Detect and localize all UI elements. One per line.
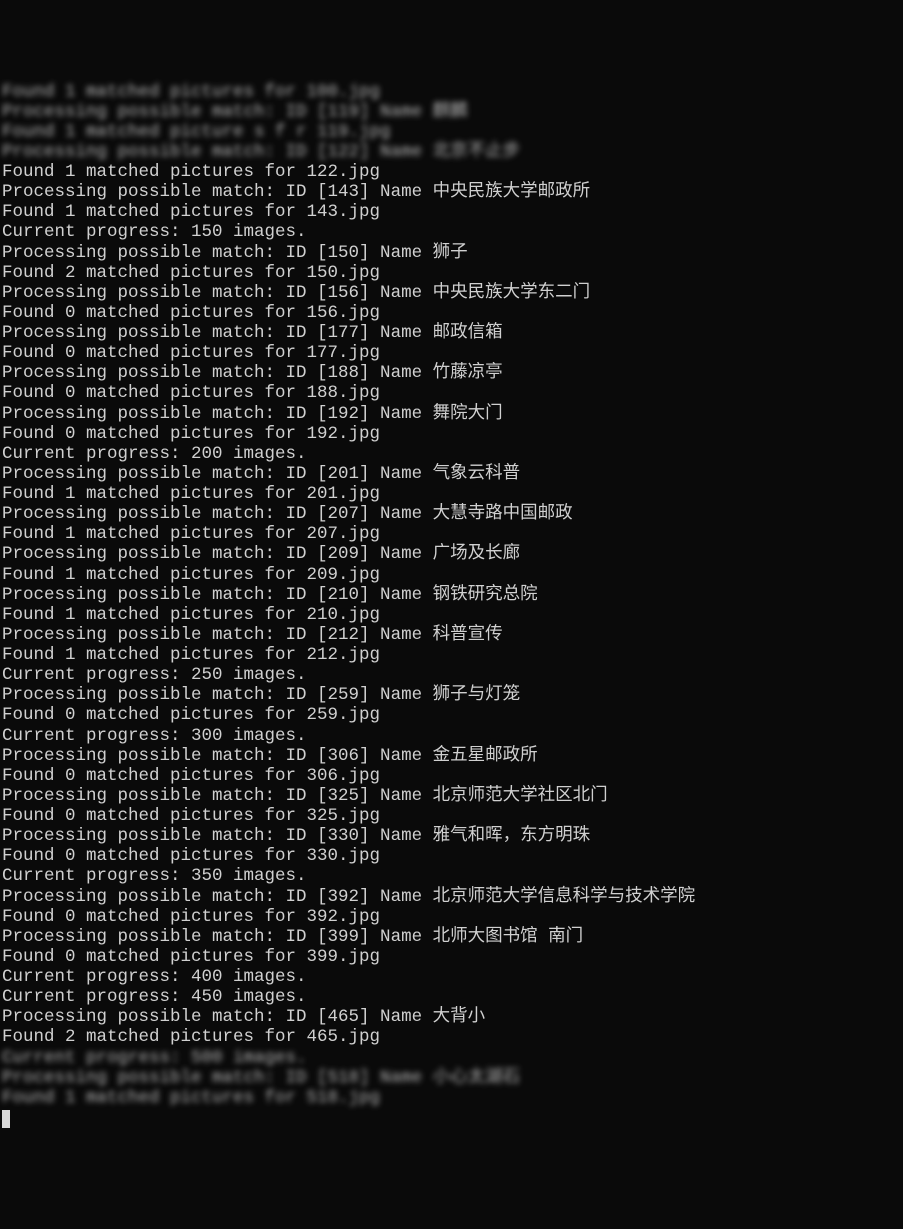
log-line: Found 0 matched pictures for 306.jpg bbox=[2, 766, 901, 786]
log-line: Processing possible match: ID [119] Name… bbox=[2, 102, 901, 122]
log-line: Processing possible match: ID [150] Name… bbox=[2, 243, 901, 263]
log-line: Found 0 matched pictures for 259.jpg bbox=[2, 705, 901, 725]
log-line: Found 0 matched pictures for 399.jpg bbox=[2, 947, 901, 967]
log-line: Processing possible match: ID [201] Name… bbox=[2, 464, 901, 484]
log-line: Processing possible match: ID [143] Name… bbox=[2, 182, 901, 202]
log-line: Found 0 matched pictures for 192.jpg bbox=[2, 424, 901, 444]
log-line: Found 1 matched pictures for 201.jpg bbox=[2, 484, 901, 504]
log-line: Found 1 matched pictures for 122.jpg bbox=[2, 162, 901, 182]
log-line: Found 1 matched pictures for 143.jpg bbox=[2, 202, 901, 222]
log-line: Processing possible match: ID [306] Name… bbox=[2, 746, 901, 766]
log-line: Processing possible match: ID [122] Name… bbox=[2, 142, 901, 162]
log-line: Found 0 matched pictures for 330.jpg bbox=[2, 846, 901, 866]
log-line: Processing possible match: ID [212] Name… bbox=[2, 625, 901, 645]
log-line: Current progress: 150 images. bbox=[2, 222, 901, 242]
log-line: Current progress: 400 images. bbox=[2, 967, 901, 987]
log-line: Processing possible match: ID [518] Name… bbox=[2, 1068, 901, 1088]
log-line: Processing possible match: ID [177] Name… bbox=[2, 323, 901, 343]
log-line: Current progress: 350 images. bbox=[2, 866, 901, 886]
log-line: Found 1 matched pictures for 210.jpg bbox=[2, 605, 901, 625]
log-line: Processing possible match: ID [207] Name… bbox=[2, 504, 901, 524]
log-line: Current progress: 450 images. bbox=[2, 987, 901, 1007]
log-line: Found 1 matched picture s f r 119.jpg bbox=[2, 122, 901, 142]
terminal-cursor bbox=[2, 1110, 10, 1128]
log-line: Found 1 matched pictures for 207.jpg bbox=[2, 524, 901, 544]
log-line: Processing possible match: ID [399] Name… bbox=[2, 927, 901, 947]
log-line: Processing possible match: ID [188] Name… bbox=[2, 363, 901, 383]
log-line: Found 1 matched pictures for 518.jpg bbox=[2, 1088, 901, 1108]
log-line: Processing possible match: ID [330] Name… bbox=[2, 826, 901, 846]
log-line: Found 1 matched pictures for 212.jpg bbox=[2, 645, 901, 665]
log-line: Current progress: 300 images. bbox=[2, 726, 901, 746]
log-line: Current progress: 200 images. bbox=[2, 444, 901, 464]
log-line: Found 0 matched pictures for 188.jpg bbox=[2, 383, 901, 403]
log-line: Current progress: 500 images. bbox=[2, 1048, 901, 1068]
log-line: Found 0 matched pictures for 156.jpg bbox=[2, 303, 901, 323]
log-line: Processing possible match: ID [465] Name… bbox=[2, 1007, 901, 1027]
log-line: Found 2 matched pictures for 465.jpg bbox=[2, 1027, 901, 1047]
log-line: Processing possible match: ID [392] Name… bbox=[2, 887, 901, 907]
terminal-output: Found 1 matched pictures for 100.jpgProc… bbox=[2, 82, 901, 1129]
log-line: Processing possible match: ID [210] Name… bbox=[2, 585, 901, 605]
log-line: Current progress: 250 images. bbox=[2, 665, 901, 685]
log-line: Processing possible match: ID [259] Name… bbox=[2, 685, 901, 705]
log-line: Found 0 matched pictures for 325.jpg bbox=[2, 806, 901, 826]
log-line: Found 0 matched pictures for 392.jpg bbox=[2, 907, 901, 927]
log-line: Processing possible match: ID [192] Name… bbox=[2, 404, 901, 424]
log-line: Found 1 matched pictures for 209.jpg bbox=[2, 565, 901, 585]
log-line: Found 0 matched pictures for 177.jpg bbox=[2, 343, 901, 363]
log-line: Found 1 matched pictures for 100.jpg bbox=[2, 82, 901, 102]
log-line: Processing possible match: ID [156] Name… bbox=[2, 283, 901, 303]
log-line: Found 2 matched pictures for 150.jpg bbox=[2, 263, 901, 283]
log-line: Processing possible match: ID [209] Name… bbox=[2, 544, 901, 564]
log-line: Processing possible match: ID [325] Name… bbox=[2, 786, 901, 806]
cursor-line bbox=[2, 1108, 901, 1128]
